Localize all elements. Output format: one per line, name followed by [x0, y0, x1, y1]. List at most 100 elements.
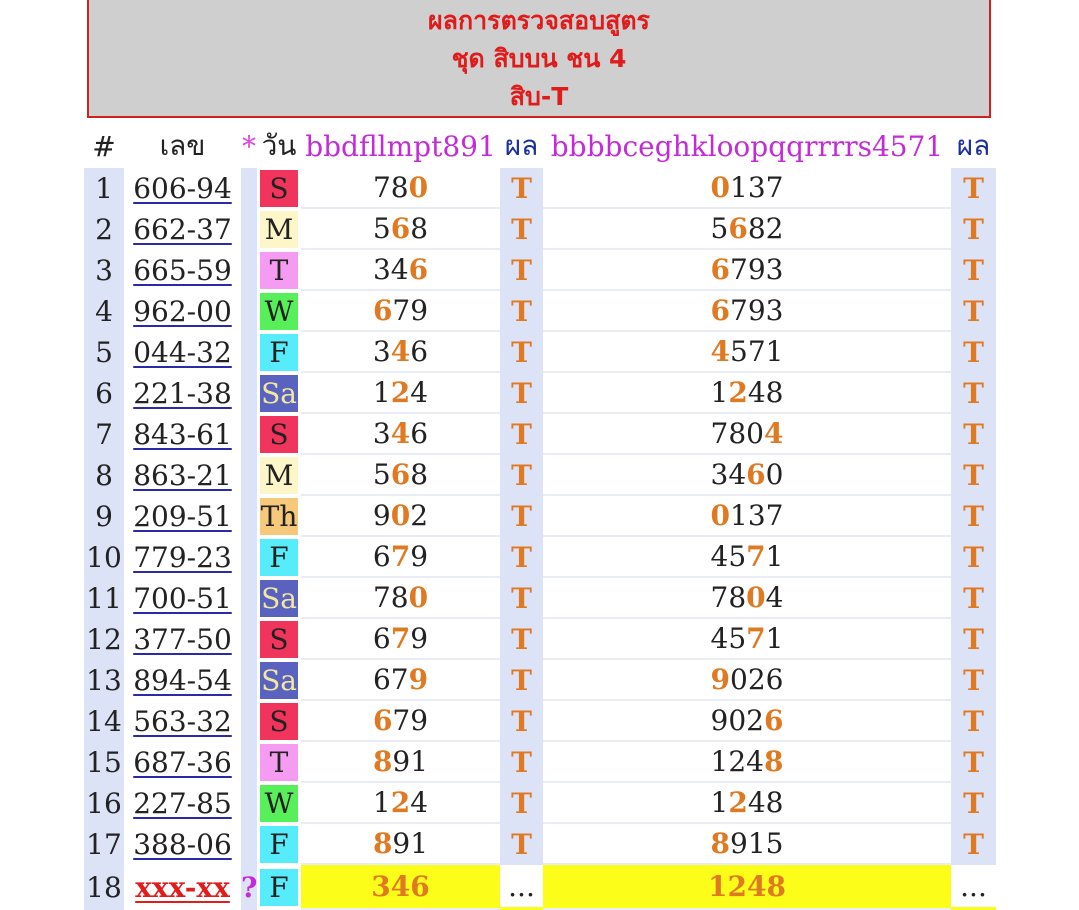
table-row: 15 687-36 T 891 T 1248 T — [84, 742, 996, 783]
digits-post: 82 — [747, 212, 784, 245]
lottery-number-link[interactable]: 209-51 — [124, 496, 241, 537]
lottery-number-link[interactable]: 665-59 — [124, 250, 241, 291]
matched-digit: 6 — [390, 458, 411, 491]
formula-1-value: 679 — [301, 537, 500, 578]
row-number: 16 — [84, 783, 124, 824]
day-label: Sa — [260, 662, 298, 699]
marker-cell — [241, 414, 257, 455]
header-lottery-number: เลข — [124, 124, 241, 168]
day-label: W — [260, 785, 298, 822]
day-badge: Sa — [257, 660, 301, 701]
result-2: T — [951, 373, 996, 414]
matched-digit: 8 — [372, 827, 393, 860]
formula-2-value: 6793 — [543, 250, 951, 291]
day-badge: F — [257, 537, 301, 578]
table-row: 10 779-23 F 679 T 4571 T — [84, 537, 996, 578]
lottery-number-text: 563-32 — [133, 705, 232, 738]
marker-cell — [241, 824, 257, 865]
lottery-number-link[interactable]: 779-23 — [124, 537, 241, 578]
digits-pre: 902 — [710, 704, 764, 737]
banner-title: ผลการตรวจสอบสูตร — [428, 6, 650, 35]
lottery-number-link[interactable]: 894-54 — [124, 660, 241, 701]
lottery-number-link[interactable]: 227-85 — [124, 783, 241, 824]
pending-row: 18 xxx-xx ? F 346 ... 1248 ... — [84, 865, 996, 910]
formula-2-value: 9026 — [543, 660, 951, 701]
banner-subtitle: ชุด สิบบน ชน 4 — [451, 44, 627, 73]
lottery-number-link[interactable]: 843-61 — [124, 414, 241, 455]
table-row: 14 563-32 S 679 T 9026 T — [84, 701, 996, 742]
day-label: W — [260, 293, 298, 330]
digits-pre: 1 — [710, 376, 729, 409]
result-1: T — [500, 332, 543, 373]
table-row: 16 227-85 W 124 T 1248 T — [84, 783, 996, 824]
day-label: S — [260, 703, 298, 740]
formula-1-value: 124 — [301, 373, 500, 414]
digits-pre: 5 — [710, 212, 729, 245]
formula-1-value: 780 — [301, 168, 500, 209]
formula-1-value: 679 — [301, 701, 500, 742]
formula-2-value: 1248 — [543, 783, 951, 824]
lottery-number-text: xxx-xx — [135, 871, 230, 904]
digits-post: 793 — [730, 253, 784, 286]
lottery-number-link[interactable]: 606-94 — [124, 168, 241, 209]
lottery-number-link[interactable]: 962-00 — [124, 291, 241, 332]
formula-2-value: 8915 — [543, 824, 951, 865]
day-label: F — [260, 334, 298, 371]
marker-cell — [241, 209, 257, 250]
marker-cell — [241, 373, 257, 414]
digits-post: 48 — [747, 786, 784, 819]
lottery-number-link[interactable]: 377-50 — [124, 619, 241, 660]
header-row: # เลข * วัน bbdfllmpt891 ผล bbbbceghkloo… — [84, 124, 996, 168]
matched-digit: 0 — [746, 581, 766, 614]
day-badge: S — [257, 619, 301, 660]
matched-digit: 8 — [763, 745, 784, 778]
row-number: 10 — [84, 537, 124, 578]
day-label: F — [260, 539, 298, 576]
matched-digit: 0 — [408, 581, 429, 614]
lottery-number-text: 863-21 — [133, 459, 232, 492]
result-2: T — [951, 496, 996, 537]
lottery-number-link[interactable]: 563-32 — [124, 701, 241, 742]
result-2: T — [951, 783, 996, 824]
matched-digit: 2 — [728, 786, 748, 819]
matched-digit: 6 — [746, 458, 766, 491]
table-row: 7 843-61 S 346 T 7804 T — [84, 414, 996, 455]
matched-digit: 6 — [372, 294, 393, 327]
formula-1-prediction: 346 — [301, 865, 500, 910]
pending-marker: ? — [241, 865, 257, 910]
result-2: T — [951, 660, 996, 701]
lottery-number-link[interactable]: 863-21 — [124, 455, 241, 496]
digits-post: 6 — [410, 417, 429, 450]
result-2: T — [951, 537, 996, 578]
result-1: T — [500, 783, 543, 824]
lottery-number-link[interactable]: 044-32 — [124, 332, 241, 373]
result-1: T — [500, 168, 543, 209]
result-2: T — [951, 209, 996, 250]
table-body: 1 606-94 S 780 T 0137 T 2 662-37 M 568 T 5682 T 3 665-5… — [84, 168, 996, 865]
digits-pre: 1 — [710, 786, 729, 819]
result-2-pending: ... — [951, 865, 996, 910]
matched-digit: 4 — [763, 417, 784, 450]
digits-pre: 780 — [710, 417, 764, 450]
digits-post: 9 — [410, 540, 429, 573]
day-label: T — [260, 252, 298, 289]
results-table: # เลข * วัน bbdfllmpt891 ผล bbbbceghkloo… — [84, 124, 996, 910]
digits-post: 6 — [410, 335, 429, 368]
lottery-number-link[interactable]: 221-38 — [124, 373, 241, 414]
lottery-number-link[interactable]: 388-06 — [124, 824, 241, 865]
lottery-number-link[interactable]: 662-37 — [124, 209, 241, 250]
lottery-number-text: 662-37 — [133, 213, 232, 246]
formula-2-value: 6793 — [543, 291, 951, 332]
header-number: # — [84, 124, 124, 168]
matched-digit: 2 — [728, 376, 748, 409]
lottery-number-link[interactable]: 700-51 — [124, 578, 241, 619]
lottery-number-link[interactable]: 687-36 — [124, 742, 241, 783]
formula-1-value: 679 — [301, 660, 500, 701]
result-1: T — [500, 291, 543, 332]
formula-2-value: 0137 — [543, 496, 951, 537]
table-row: 13 894-54 Sa 679 T 9026 T — [84, 660, 996, 701]
formula-2-prediction: 1248 — [543, 865, 951, 910]
row-number: 17 — [84, 824, 124, 865]
day-badge: F — [257, 865, 301, 910]
lottery-number-link[interactable]: xxx-xx — [124, 865, 241, 910]
